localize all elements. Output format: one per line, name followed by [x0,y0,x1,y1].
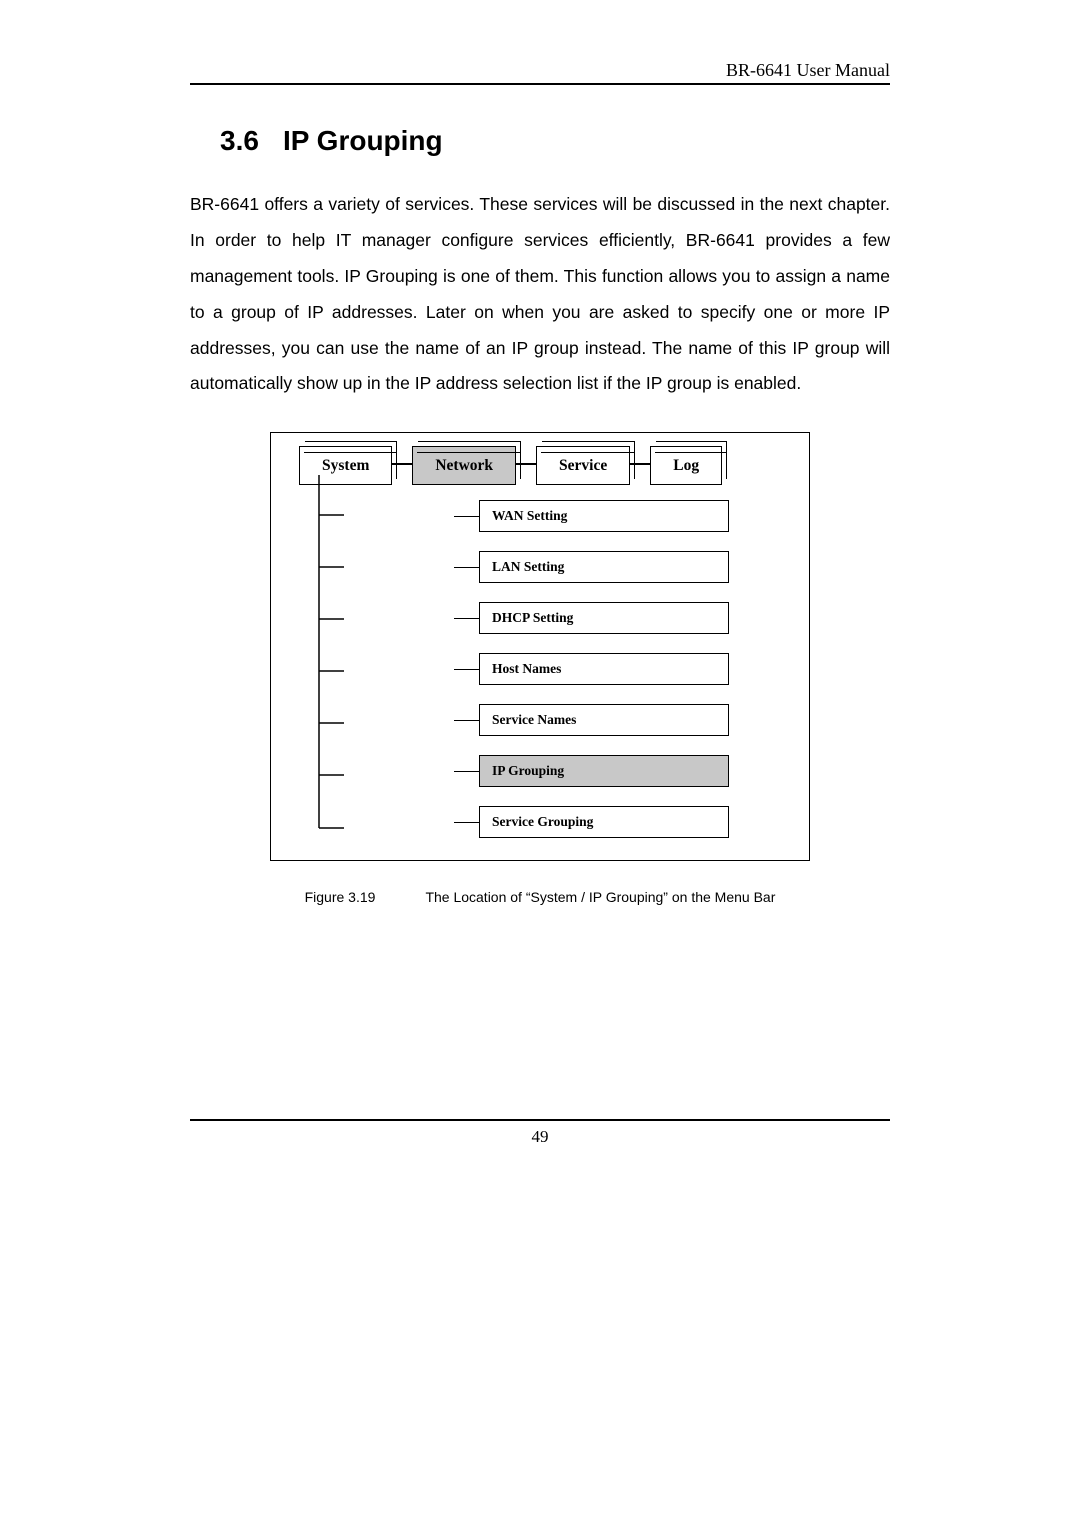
figure-label: Figure 3.19 [305,889,376,905]
submenu-label: Host Names [479,653,729,685]
connector [454,822,479,824]
body-paragraph: BR-6641 offers a variety of services. Th… [190,187,890,402]
tree-area: WAN Setting LAN Setting DHCP Setting Hos… [299,475,781,838]
footer: 49 [190,1119,890,1147]
connector [454,669,479,671]
submenu-item-host-names: Host Names [434,653,781,685]
submenu-item-lan-setting: LAN Setting [434,551,781,583]
header-doc-title: BR-6641 User Manual [190,60,890,81]
menu-button-network: Network [412,457,516,475]
submenu-label: IP Grouping [479,755,729,787]
submenu-label: WAN Setting [479,500,729,532]
figure-caption-text: The Location of “System / IP Grouping” o… [425,889,775,905]
section-title: IP Grouping [283,125,443,156]
submenu-item-ip-grouping: IP Grouping [434,755,781,787]
submenu-item-dhcp-setting: DHCP Setting [434,602,781,634]
diagram-frame: System Network Service Log [270,432,810,861]
submenu-item-service-names: Service Names [434,704,781,736]
submenu-label: Service Grouping [479,806,729,838]
submenu-label: LAN Setting [479,551,729,583]
connector [454,516,479,518]
connector [454,771,479,773]
connector [454,720,479,722]
submenu-label: DHCP Setting [479,602,729,634]
diagram-wrapper: System Network Service Log [190,432,890,861]
submenu-item-service-grouping: Service Grouping [434,806,781,838]
menu-button-system: System [299,457,392,475]
submenu-item-wan-setting: WAN Setting [434,500,781,532]
menu-row: System Network Service Log [299,457,781,475]
connector [454,618,479,620]
page-number: 49 [190,1127,890,1147]
section-heading: 3.6 IP Grouping [190,125,890,157]
menu-button-service: Service [536,457,630,475]
header-rule [190,83,890,85]
footer-rule [190,1119,890,1121]
menu-button-log: Log [650,457,722,475]
submenu-list: WAN Setting LAN Setting DHCP Setting Hos… [434,475,781,838]
connector [454,567,479,569]
figure-caption: Figure 3.19 The Location of “System / IP… [190,889,890,905]
submenu-label: Service Names [479,704,729,736]
section-number: 3.6 [220,125,259,157]
